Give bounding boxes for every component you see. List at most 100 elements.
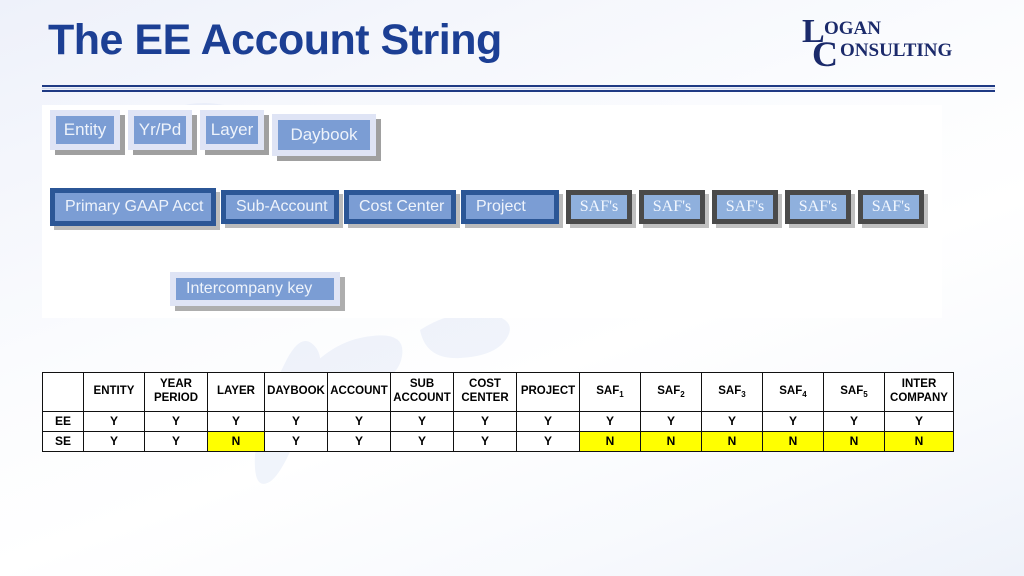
- segment-box-label: Intercompany key: [186, 280, 313, 297]
- matrix-cell: Y: [207, 411, 265, 432]
- segment-box-row1-daybook-3: Daybook: [272, 114, 376, 156]
- matrix-row-se: SE Y Y N Y Y Y Y Y N N N N N N: [42, 431, 954, 452]
- segment-box-label: Cost Center: [359, 198, 445, 215]
- segment-box-row2-sub-account-1: Sub-Account: [221, 190, 339, 224]
- segment-box-row2-saf-s-8: SAF's: [858, 190, 924, 224]
- matrix-col-header-cost: COST CENTER: [453, 372, 517, 412]
- matrix-cell: Y: [453, 411, 517, 432]
- matrix-col-header-text: SAF: [718, 385, 742, 398]
- matrix-cell: N: [640, 431, 702, 452]
- segment-box-label: Entity: [63, 120, 107, 139]
- matrix-cell: N: [884, 431, 954, 452]
- slide-header: The EE Account String L OGAN C ONSULTING: [0, 0, 1024, 100]
- matrix-col-header-text: ENTITY: [93, 385, 135, 398]
- matrix-col-header-subscript: 2: [680, 390, 685, 400]
- matrix-cell: Y: [144, 411, 208, 432]
- matrix-cell: N: [579, 431, 641, 452]
- matrix-cell: Y: [640, 411, 702, 432]
- matrix-cell: Y: [327, 431, 391, 452]
- matrix-col-header-text-line2: PERIOD: [153, 392, 199, 404]
- matrix-cell: Y: [144, 431, 208, 452]
- matrix-cell: Y: [264, 411, 328, 432]
- segment-box-label: Project: [476, 198, 526, 215]
- matrix-cell: Y: [516, 411, 580, 432]
- matrix-col-header-layer: LAYER: [207, 372, 265, 412]
- segment-box-row2-cost-center-2: Cost Center: [344, 190, 456, 224]
- matrix-header: ENTITY YEAR PERIOD LAYER DAYBOOK ACCOUNT SUB AC…: [42, 372, 954, 412]
- matrix-col-header-subscript: 1: [619, 390, 624, 400]
- matrix-col-header-daybook: DAYBOOK: [264, 372, 328, 412]
- matrix-cell: Y: [762, 411, 824, 432]
- matrix-col-header-text: ACCOUNT: [330, 385, 388, 398]
- segment-box-label: SAF's: [871, 198, 911, 215]
- segment-box-label: SAF's: [579, 198, 619, 215]
- matrix-col-header-text-line2: ACCOUNT: [393, 392, 451, 404]
- segment-box-label: Sub-Account: [236, 198, 328, 215]
- segment-box-row2-saf-s-7: SAF's: [785, 190, 851, 224]
- svg-text:C: C: [812, 34, 838, 70]
- matrix-col-header-subscript: 3: [741, 390, 746, 400]
- matrix-col-header-sub: SUB ACCOUNT: [390, 372, 454, 412]
- matrix-cell: Y: [701, 411, 763, 432]
- matrix-col-header-inter: INTER COMPANY: [884, 372, 954, 412]
- segment-box-row1-yr-pd-1: Yr/Pd: [128, 110, 192, 150]
- matrix-col-header-subscript: 4: [802, 390, 807, 400]
- segment-box-row2-saf-s-5: SAF's: [639, 190, 705, 224]
- matrix-cell: Y: [516, 431, 580, 452]
- page-title: The EE Account String: [48, 16, 502, 64]
- matrix-col-header-text: DAYBOOK: [267, 385, 325, 398]
- matrix-col-header-project: PROJECT: [516, 372, 580, 412]
- segment-box-label: Primary GAAP Acct: [65, 198, 204, 215]
- segment-box-row3-intercompany-key-0: Intercompany key: [170, 272, 340, 306]
- segment-box-label: Daybook: [290, 125, 358, 144]
- matrix-cell: N: [701, 431, 763, 452]
- matrix-col-header-text: SAF: [657, 385, 681, 398]
- matrix-col-header-text: SAF: [596, 385, 620, 398]
- matrix-cell: Y: [327, 411, 391, 432]
- matrix-col-header-text: YEAR: [160, 378, 192, 391]
- svg-text:ONSULTING: ONSULTING: [840, 40, 953, 61]
- segment-box-row2-project-3: Project: [461, 190, 559, 224]
- matrix-col-header-saf5: SAF5: [823, 372, 885, 412]
- segment-box-label: SAF's: [798, 198, 838, 215]
- logan-consulting-logo: L OGAN C ONSULTING: [800, 12, 996, 70]
- matrix-cell: Y: [884, 411, 954, 432]
- matrix-cell: Y: [390, 431, 454, 452]
- matrix-col-header-account: ACCOUNT: [327, 372, 391, 412]
- matrix-col-header-text: SAF: [840, 385, 864, 398]
- matrix-cell: N: [207, 431, 265, 452]
- matrix-col-header-saf4: SAF4: [762, 372, 824, 412]
- matrix-col-header-text: INTER: [901, 378, 937, 391]
- matrix-col-header-saf1: SAF1: [579, 372, 641, 412]
- matrix-col-header-saf2: SAF2: [640, 372, 702, 412]
- matrix-cell: Y: [453, 431, 517, 452]
- segment-box-row2-saf-s-4: SAF's: [566, 190, 632, 224]
- account-string-matrix: ENTITY YEAR PERIOD LAYER DAYBOOK ACCOUNT SUB AC…: [42, 372, 954, 452]
- matrix-body: EE Y Y Y Y Y Y Y Y Y Y Y Y Y Y SE Y Y N Y Y Y Y Y N N N N N N: [42, 411, 954, 452]
- matrix-col-header-text-line2: COMPANY: [890, 392, 948, 404]
- matrix-cell: Y: [264, 431, 328, 452]
- matrix-col-header-text: SAF: [779, 385, 803, 398]
- segment-box-row2-saf-s-6: SAF's: [712, 190, 778, 224]
- segment-box-row1-layer-2: Layer: [200, 110, 264, 150]
- matrix-col-header-text: PROJECT: [520, 385, 576, 398]
- matrix-col-header-subscript: 5: [863, 390, 868, 400]
- segment-box-row2-primary-gaap-acct-0: Primary GAAP Acct: [50, 188, 216, 226]
- matrix-cell: N: [762, 431, 824, 452]
- segment-box-label: SAF's: [652, 198, 692, 215]
- matrix-cell: Y: [823, 411, 885, 432]
- matrix-col-header-year: YEAR PERIOD: [144, 372, 208, 412]
- matrix-cell: Y: [83, 431, 145, 452]
- matrix-col-header-text: LAYER: [217, 385, 255, 398]
- matrix-row-label: SE: [42, 431, 84, 452]
- matrix-row-ee: EE Y Y Y Y Y Y Y Y Y Y Y Y Y Y: [42, 411, 954, 432]
- matrix-col-header-entity: ENTITY: [83, 372, 145, 412]
- matrix-cell: Y: [390, 411, 454, 432]
- matrix-col-header-text: SUB: [409, 378, 435, 391]
- segment-box-label: SAF's: [725, 198, 765, 215]
- matrix-col-header-text: COST: [469, 378, 501, 391]
- segment-box-label: Yr/Pd: [138, 120, 182, 139]
- slide: The EE Account String L OGAN C ONSULTING…: [0, 0, 1024, 576]
- matrix-header-row: ENTITY YEAR PERIOD LAYER DAYBOOK ACCOUNT SUB AC…: [42, 372, 954, 412]
- segment-box-row1-entity-0: Entity: [50, 110, 120, 150]
